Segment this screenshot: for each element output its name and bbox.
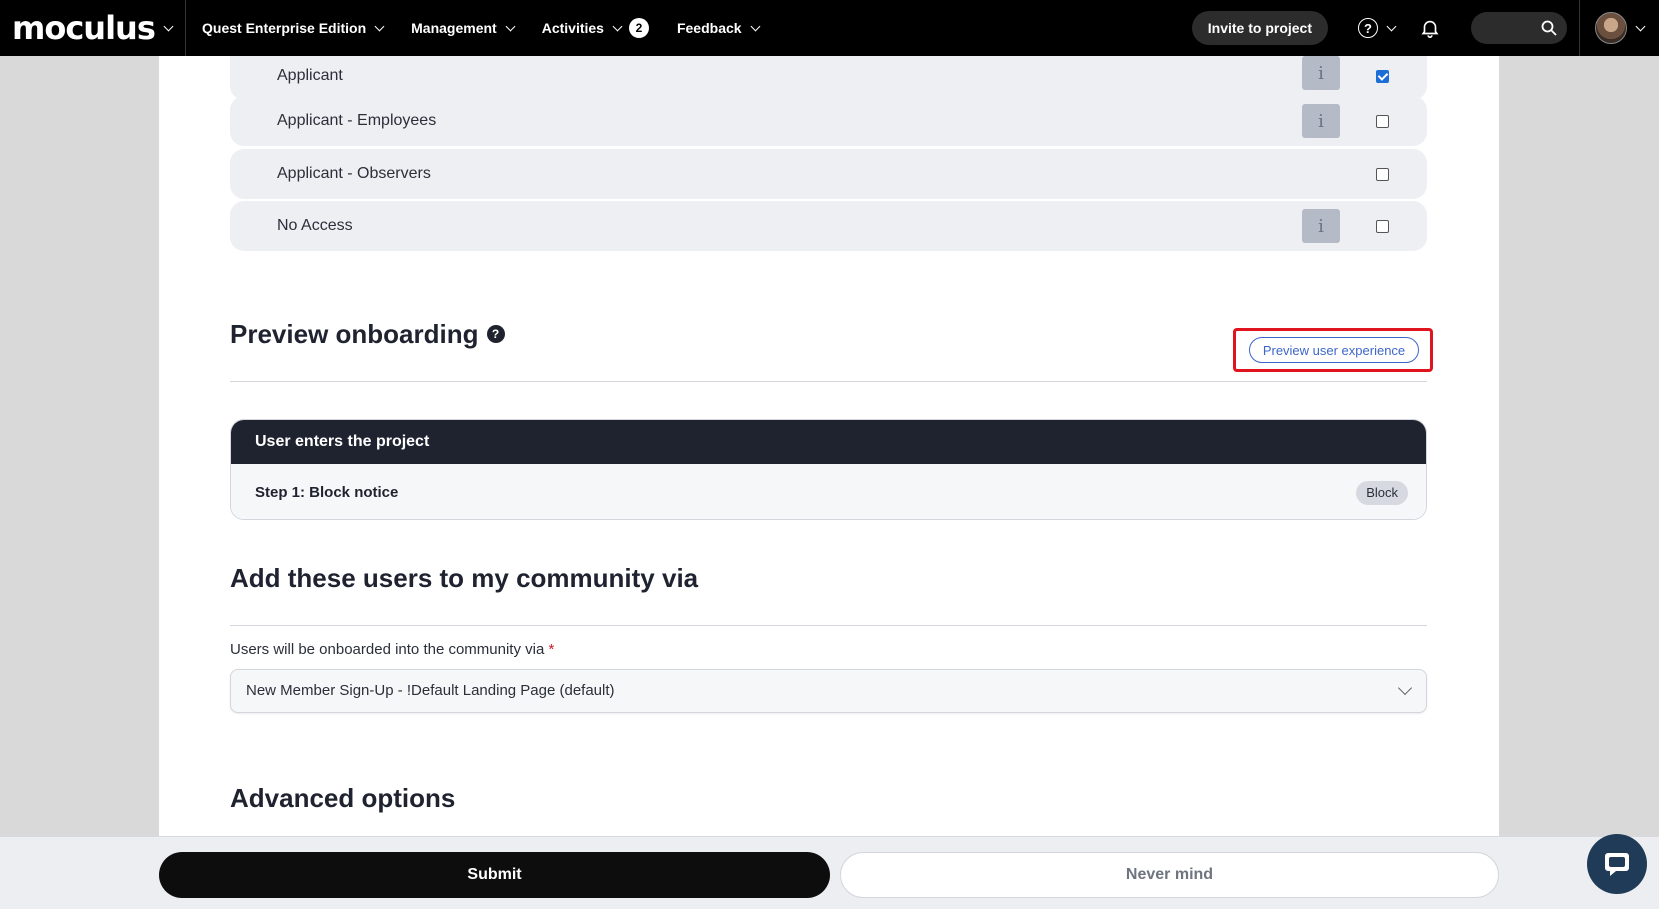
help-icon: ?	[1358, 18, 1378, 38]
nav-quest-enterprise[interactable]: Quest Enterprise Edition	[202, 20, 385, 36]
onboarding-flow: User enters the project Step 1: Block no…	[230, 419, 1427, 520]
invite-to-project-button[interactable]: Invite to project	[1191, 11, 1328, 45]
advanced-options-heading: Advanced options	[230, 783, 456, 813]
logo: moculus	[12, 9, 156, 47]
role-checkbox[interactable]	[1376, 70, 1389, 83]
chevron-down-icon	[1386, 21, 1397, 31]
divider	[230, 625, 1427, 626]
community-heading: Add these users to my community via	[230, 563, 699, 593]
role-checkbox[interactable]	[1376, 220, 1389, 233]
role-checkbox[interactable]	[1376, 115, 1389, 128]
help-menu[interactable]: ?	[1358, 18, 1397, 38]
chat-bubble-icon	[1605, 853, 1629, 876]
select-value: New Member Sign-Up - !Default Landing Pa…	[246, 682, 615, 699]
role-label: Applicant - Employees	[277, 112, 437, 129]
never-mind-button[interactable]: Never mind	[840, 852, 1499, 898]
user-menu[interactable]	[1579, 0, 1659, 56]
role-row-applicant: Applicant i	[230, 54, 1427, 100]
role-checkbox[interactable]	[1376, 168, 1389, 181]
notifications-bell-icon[interactable]	[1419, 17, 1441, 39]
nav-item-label: Quest Enterprise Edition	[202, 20, 367, 36]
chevron-down-icon	[1635, 21, 1646, 31]
section-title: Preview onboarding	[230, 319, 479, 349]
logo-menu[interactable]: moculus	[0, 0, 186, 56]
role-label: No Access	[277, 217, 353, 234]
role-label: Applicant - Observers	[277, 165, 431, 182]
nav-feedback[interactable]: Feedback	[676, 20, 761, 36]
preview-user-experience-button[interactable]: Preview user experience	[1249, 337, 1419, 363]
flow-step: Step 1: Block notice Block	[231, 464, 1426, 519]
search-icon	[1541, 20, 1557, 36]
chevron-down-icon	[750, 21, 761, 31]
role-row-applicant-observers: Applicant - Observers	[230, 149, 1427, 199]
chevron-down-icon	[612, 21, 623, 31]
chevron-down-icon	[163, 21, 174, 31]
info-icon[interactable]: i	[1302, 209, 1340, 243]
step-type-chip: Block	[1356, 481, 1408, 505]
search-button[interactable]	[1471, 12, 1567, 44]
nav-item-label: Activities	[541, 20, 604, 36]
field-label-text: Users will be onboarded into the communi…	[230, 641, 545, 658]
step-label: Step 1: Block notice	[255, 484, 399, 501]
flow-header: User enters the project	[231, 420, 1426, 464]
chat-launcher[interactable]	[1587, 834, 1647, 894]
nav-activities[interactable]: Activities 2	[542, 18, 649, 38]
info-icon[interactable]: i	[1302, 104, 1340, 138]
divider	[230, 381, 1427, 382]
nav-item-label: Management	[411, 20, 497, 36]
role-label: Applicant	[277, 67, 343, 84]
nav-management[interactable]: Management	[411, 20, 516, 36]
chevron-down-icon	[505, 21, 516, 31]
activities-count-badge: 2	[628, 18, 649, 38]
nav-item-label: Feedback	[676, 20, 742, 36]
main-card: Applicant i Applicant - Employees i Appl…	[159, 54, 1499, 836]
nav-right: Invite to project ?	[1191, 0, 1659, 56]
community-field-label: Users will be onboarded into the communi…	[230, 641, 554, 658]
role-row-applicant-employees: Applicant - Employees i	[230, 96, 1427, 146]
info-icon[interactable]: i	[1302, 56, 1340, 90]
required-mark: *	[548, 641, 555, 658]
role-row-no-access: No Access i	[230, 201, 1427, 251]
chevron-down-icon	[374, 21, 385, 31]
preview-onboarding-heading: Preview onboarding?	[230, 319, 505, 350]
form-footer: Submit Never mind	[0, 836, 1659, 909]
chevron-down-icon	[1397, 680, 1413, 696]
help-icon[interactable]: ?	[486, 325, 505, 344]
top-nav: moculus Quest Enterprise Edition Managem…	[0, 0, 1659, 56]
community-select[interactable]: New Member Sign-Up - !Default Landing Pa…	[230, 669, 1427, 713]
submit-button[interactable]: Submit	[159, 852, 830, 898]
avatar	[1595, 12, 1627, 44]
